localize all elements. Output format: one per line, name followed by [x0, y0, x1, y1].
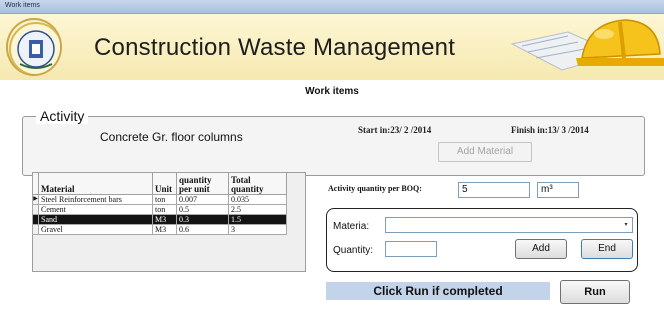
- table-row-selected[interactable]: Sand M3 0.3 1.5: [32, 214, 287, 225]
- material-label: Materia:: [333, 221, 370, 232]
- start-date-label: Start in:23/ 2 /2014: [358, 125, 432, 135]
- finish-date-label: Finish in:13/ 3 /2014: [511, 125, 589, 135]
- cell-total-quantity[interactable]: 0.035: [228, 194, 287, 205]
- app-title: Construction Waste Management: [94, 34, 456, 61]
- cell-unit[interactable]: M3: [152, 214, 177, 225]
- screen-title: Work items: [305, 86, 359, 97]
- window-titlebar: Work items: [0, 0, 664, 14]
- quantity-input[interactable]: [385, 241, 437, 257]
- column-header-total-quantity[interactable]: Total quantity: [228, 172, 287, 195]
- add-material-form: Materia: ▾ Quantity: Add End: [326, 208, 638, 272]
- activity-name: Concrete Gr. floor columns: [100, 130, 243, 144]
- table-row[interactable]: Gravel M3 0.6 3: [32, 224, 287, 235]
- material-select[interactable]: ▾: [385, 217, 633, 233]
- cell-material[interactable]: Cement: [38, 204, 153, 215]
- dropdown-arrow-icon[interactable]: ▾: [621, 219, 631, 231]
- add-material-button[interactable]: Add Material: [438, 142, 532, 162]
- end-button[interactable]: End: [581, 239, 633, 259]
- boq-quantity-input[interactable]: 5: [458, 182, 530, 198]
- quantity-label: Quantity:: [333, 245, 374, 256]
- window-title: Work items: [5, 2, 40, 9]
- cell-total-quantity[interactable]: 1.5: [228, 214, 287, 225]
- cell-material[interactable]: Steel Reinforcement bars: [38, 194, 153, 205]
- cell-unit[interactable]: M3: [152, 224, 177, 235]
- app-header: Construction Waste Management: [0, 14, 664, 80]
- table-row[interactable]: Cement ton 0.5 2.5: [32, 204, 287, 215]
- row-selector-icon: ▶: [32, 194, 39, 205]
- hardhat-blueprint-icon: [508, 14, 664, 80]
- cell-material[interactable]: Gravel: [38, 224, 153, 235]
- activity-legend: Activity: [36, 108, 89, 124]
- cell-unit[interactable]: ton: [152, 194, 177, 205]
- table-row[interactable]: ▶ Steel Reinforcement bars ton 0.007 0.0…: [32, 194, 287, 205]
- cell-total-quantity[interactable]: 2.5: [228, 204, 287, 215]
- boq-unit-input[interactable]: m³: [537, 182, 579, 198]
- add-button[interactable]: Add: [515, 239, 567, 259]
- run-button[interactable]: Run: [560, 280, 630, 304]
- column-header-unit[interactable]: Unit: [152, 172, 177, 195]
- cell-total-quantity[interactable]: 3: [228, 224, 287, 235]
- column-header-qty-per-unit[interactable]: quantity per unit: [176, 172, 229, 195]
- app-logo-icon: [6, 18, 62, 76]
- cell-qty-per-unit[interactable]: 0.5: [176, 204, 229, 215]
- boq-quantity-label: Activity quantity per BOQ:: [328, 184, 422, 193]
- table-header-row: Material Unit quantity per unit Total qu…: [32, 172, 287, 195]
- cell-unit[interactable]: ton: [152, 204, 177, 215]
- cell-qty-per-unit[interactable]: 0.6: [176, 224, 229, 235]
- materials-table[interactable]: Material Unit quantity per unit Total qu…: [32, 172, 287, 235]
- cell-qty-per-unit[interactable]: 0.007: [176, 194, 229, 205]
- cell-qty-per-unit[interactable]: 0.3: [176, 214, 229, 225]
- cell-material[interactable]: Sand: [38, 214, 153, 225]
- run-hint-text: Click Run if completed: [326, 282, 550, 300]
- column-header-material[interactable]: Material: [38, 172, 153, 195]
